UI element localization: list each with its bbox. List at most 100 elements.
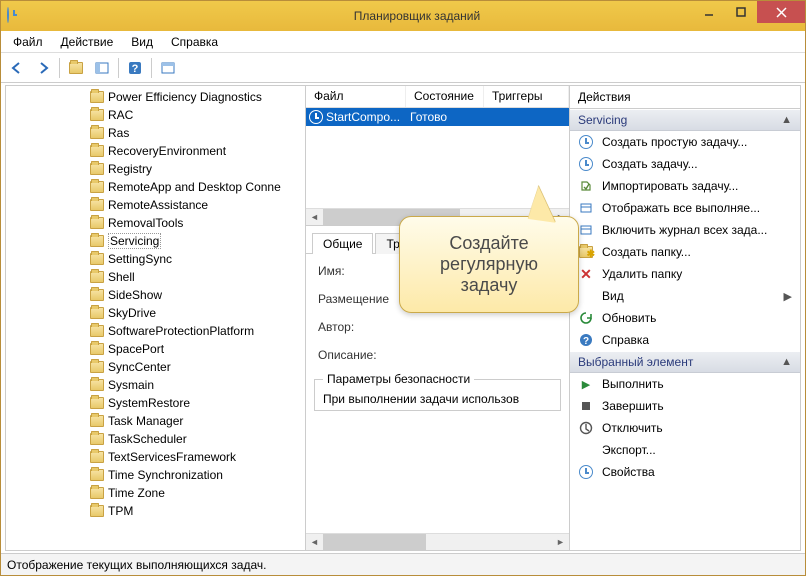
action-group-selected[interactable]: Выбранный элемент ▲ [570,351,800,373]
menu-view[interactable]: Вид [123,33,161,51]
forward-button[interactable] [31,56,55,80]
tree-item[interactable]: RemoteApp and Desktop Conne [86,178,305,196]
tree-item[interactable]: SyncCenter [86,358,305,376]
folder-icon [90,343,104,355]
tree-item[interactable]: Shell [86,268,305,286]
tree-label: SystemRestore [108,396,190,410]
tree-item[interactable]: RecoveryEnvironment [86,142,305,160]
scroll-track[interactable] [323,534,552,550]
col-state[interactable]: Состояние [406,86,484,107]
show-hide-button[interactable] [90,56,114,80]
tree-item[interactable]: SettingSync [86,250,305,268]
action-label: Отображать все выполняе... [602,201,760,215]
action-item[interactable]: Создать простую задачу... [570,131,800,153]
action-icon: ? [578,332,594,348]
tree-item[interactable]: Registry [86,160,305,178]
action-icon [578,200,594,216]
tree-item[interactable]: SoftwareProtectionPlatform [86,322,305,340]
action-item[interactable]: ▶Выполнить [570,373,800,395]
tree-item[interactable]: Servicing [86,232,305,250]
panel-button[interactable] [156,56,180,80]
action-label: Справка [602,333,649,347]
action-group-servicing[interactable]: Servicing ▲ [570,109,800,131]
back-button[interactable] [5,56,29,80]
action-label: Создать простую задачу... [602,135,747,149]
tree-item[interactable]: SkyDrive [86,304,305,322]
tree-label: RemoteAssistance [108,198,208,212]
folder-icon [90,181,104,193]
action-item[interactable]: Включить журнал всех зада... [570,219,800,241]
tree-item[interactable]: SystemRestore [86,394,305,412]
col-triggers[interactable]: Триггеры [484,86,569,107]
folder-icon [90,217,104,229]
action-label: Экспорт... [602,443,656,457]
tree-item[interactable]: RemoteAssistance [86,196,305,214]
tree-item[interactable]: TextServicesFramework [86,448,305,466]
tree-item[interactable]: Power Efficiency Diagnostics [86,88,305,106]
folder-icon [90,109,104,121]
group-label: Servicing [578,113,627,127]
action-item[interactable]: Экспорт... [570,439,800,461]
folder-icon [90,163,104,175]
security-group: Параметры безопасности При выполнении за… [314,372,561,411]
detail-scrollbar[interactable]: ◄ ► [306,533,569,550]
task-row[interactable]: StartCompo... Готово [306,108,569,126]
scroll-right-icon[interactable]: ► [552,534,569,550]
folder-icon [90,487,104,499]
tab-general[interactable]: Общие [312,233,373,254]
task-name: StartCompo... [324,110,410,124]
tree-label: Task Manager [108,414,183,428]
action-label: Завершить [602,399,664,413]
action-item[interactable]: Обновить [570,307,800,329]
name-label: Имя: [318,264,408,278]
action-item[interactable]: Завершить [570,395,800,417]
scroll-thumb[interactable] [323,534,426,550]
folder-icon [90,235,104,247]
tree-item[interactable]: SideShow [86,286,305,304]
tree-item[interactable]: Task Manager [86,412,305,430]
scroll-left-icon[interactable]: ◄ [306,209,323,225]
action-item[interactable]: Свойства [570,461,800,483]
svg-text:?: ? [132,63,139,75]
tree-item[interactable]: Time Zone [86,484,305,502]
tree-item[interactable]: TPM [86,502,305,520]
menu-file[interactable]: Файл [5,33,51,51]
task-state: Готово [410,110,447,124]
tree-label: TaskScheduler [108,432,187,446]
scroll-left-icon[interactable]: ◄ [306,534,323,550]
help-button[interactable]: ? [123,56,147,80]
tree-item[interactable]: Sysmain [86,376,305,394]
tree-item[interactable]: Ras [86,124,305,142]
menu-action[interactable]: Действие [53,33,122,51]
close-button[interactable] [757,1,805,23]
submenu-icon: ▶ [784,290,792,303]
action-item[interactable]: Импортировать задачу... [570,175,800,197]
author-label: Автор: [318,320,408,334]
tree-item[interactable]: RAC [86,106,305,124]
action-icon [578,156,594,172]
maximize-button[interactable] [725,1,757,23]
action-item[interactable]: Вид▶ [570,285,800,307]
col-file[interactable]: Файл [306,86,406,107]
action-icon [578,222,594,238]
action-item[interactable]: Создать задачу... [570,153,800,175]
titlebar[interactable]: Планировщик заданий [1,1,805,31]
actions-scroll[interactable]: Servicing ▲ Создать простую задачу... Соз… [570,109,800,550]
tree-item[interactable]: Time Synchronization [86,466,305,484]
action-icon [578,442,594,458]
tree-item[interactable]: RemovalTools [86,214,305,232]
minimize-button[interactable] [693,1,725,23]
menu-help[interactable]: Справка [163,33,226,51]
tree-label: Shell [108,270,135,284]
action-item[interactable]: Отображать все выполняе... [570,197,800,219]
action-item[interactable]: ✕Удалить папку [570,263,800,285]
tree-scroll[interactable]: Power Efficiency DiagnosticsRACRasRecove… [6,86,305,550]
action-item[interactable]: ? Справка [570,329,800,351]
action-item[interactable]: Отключить [570,417,800,439]
tree-item[interactable]: SpacePort [86,340,305,358]
up-folder-button[interactable] [64,56,88,80]
list-header: Файл Состояние Триггеры [306,86,569,108]
action-item[interactable]: ✱Создать папку... [570,241,800,263]
tree-item[interactable]: TaskScheduler [86,430,305,448]
tree-label: RemoteApp and Desktop Conne [108,180,281,194]
